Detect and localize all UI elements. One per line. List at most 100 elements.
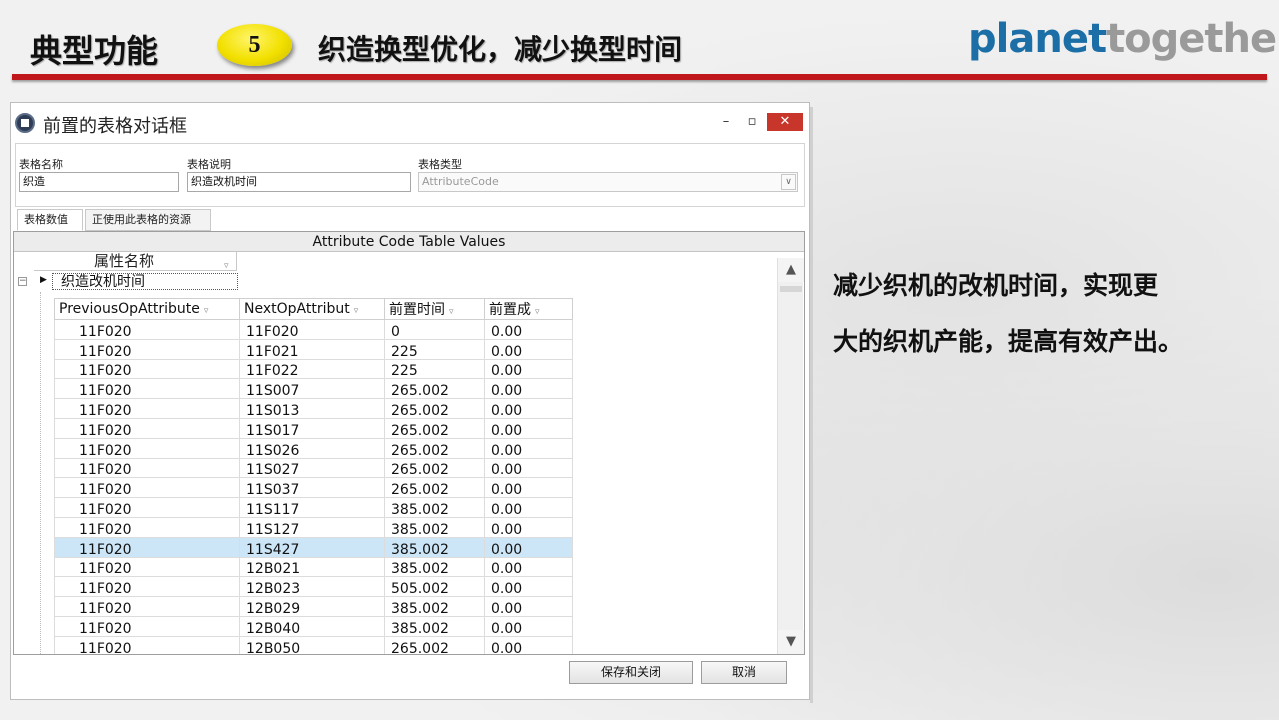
group-row[interactable]: − ▶ 织造改机时间 [14,272,244,290]
scroll-thumb[interactable] [780,286,802,292]
minimize-button[interactable]: – [715,113,737,131]
maximize-button[interactable]: ▫ [741,113,763,131]
table-cell[interactable]: 0.00 [484,556,573,578]
table-cell[interactable]: 11S117 [239,497,385,518]
table-row[interactable]: 11F020 11S026 265.002 0.00 [54,437,573,459]
table-row[interactable]: 11F020 12B029 385.002 0.00 [54,596,573,617]
table-cell[interactable]: 385.002 [384,596,485,617]
group-value[interactable]: 织造改机时间 [52,273,238,290]
table-row[interactable]: 11F020 11S127 385.002 0.00 [54,516,573,538]
table-cell[interactable]: 0.00 [484,417,573,439]
tab-resources-using-table[interactable]: 正使用此表格的资源 [85,209,211,231]
table-row[interactable]: 11F020 11S427 385.002 0.00 [54,536,573,558]
column-header-setup-time[interactable]: 前置时间 ▿ [384,298,485,320]
table-cell[interactable]: 265.002 [384,417,485,439]
table-cell[interactable]: 0.00 [484,338,573,360]
table-row[interactable]: 11F020 11S013 265.002 0.00 [54,398,573,419]
table-cell[interactable]: 11F021 [239,338,385,360]
table-cell[interactable]: 265.002 [384,635,485,654]
table-cell[interactable]: 12B023 [239,576,385,598]
table-cell[interactable]: 11F020 [54,615,240,637]
table-cell[interactable]: 11F020 [54,477,240,499]
table-cell[interactable]: 11F020 [54,556,240,578]
close-button[interactable]: ✕ [767,113,803,131]
table-cell[interactable]: 385.002 [384,516,485,538]
table-name-field[interactable]: 织造 [19,172,179,192]
table-cell[interactable]: 0.00 [484,477,573,499]
table-cell[interactable]: 0.00 [484,497,573,518]
cancel-button[interactable]: 取消 [701,661,787,684]
table-row[interactable]: 11F020 12B021 385.002 0.00 [54,556,573,578]
table-cell[interactable]: 12B029 [239,596,385,617]
table-description-field[interactable]: 织造改机时间 [187,172,411,192]
table-cell[interactable]: 0.00 [484,378,573,400]
table-cell[interactable]: 12B040 [239,615,385,637]
table-cell[interactable]: 11F020 [54,437,240,459]
table-cell[interactable]: 11S013 [239,398,385,419]
column-header-setup-cost[interactable]: 前置成 ▿ [484,298,573,320]
table-cell[interactable]: 0.00 [484,635,573,654]
table-cell[interactable]: 265.002 [384,477,485,499]
table-row[interactable]: 11F020 11F020 0 0.00 [54,319,573,340]
scroll-up-arrow-icon[interactable]: ▲ [778,258,804,282]
vertical-scrollbar[interactable]: ▲ ▼ [777,258,804,654]
table-cell[interactable]: 11F020 [54,398,240,419]
table-cell[interactable]: 11F020 [54,319,240,340]
table-cell[interactable]: 225 [384,338,485,360]
table-row[interactable]: 11F020 11S027 265.002 0.00 [54,457,573,479]
table-cell[interactable]: 265.002 [384,457,485,479]
table-cell[interactable]: 0.00 [484,437,573,459]
table-cell[interactable]: 11F020 [54,338,240,360]
table-cell[interactable]: 11S026 [239,437,385,459]
table-cell[interactable]: 0.00 [484,457,573,479]
table-row[interactable]: 11F020 11S007 265.002 0.00 [54,378,573,400]
filter-icon[interactable]: ▿ [204,306,209,316]
table-cell[interactable]: 11S017 [239,417,385,439]
table-cell[interactable]: 265.002 [384,437,485,459]
table-cell[interactable]: 0.00 [484,576,573,598]
table-cell[interactable]: 225 [384,358,485,380]
filter-icon[interactable]: ▿ [449,307,454,317]
table-row[interactable]: 11F020 11S037 265.002 0.00 [54,477,573,499]
table-cell[interactable]: 0.00 [484,596,573,617]
table-cell[interactable]: 0 [384,319,485,340]
table-cell[interactable]: 11F020 [54,358,240,380]
table-cell[interactable]: 11F020 [54,457,240,479]
table-cell[interactable]: 11F020 [54,576,240,598]
table-cell[interactable]: 11S007 [239,378,385,400]
table-cell[interactable]: 11F020 [239,319,385,340]
tab-table-values[interactable]: 表格数值 [17,209,83,231]
column-header-next-op[interactable]: NextOpAttribut ▿ [239,298,385,320]
table-cell[interactable]: 0.00 [484,358,573,380]
table-cell[interactable]: 385.002 [384,615,485,637]
table-cell[interactable]: 385.002 [384,497,485,518]
table-cell[interactable]: 11S037 [239,477,385,499]
table-cell[interactable]: 11F022 [239,358,385,380]
filter-icon[interactable]: ▿ [354,306,359,316]
table-cell[interactable]: 11F020 [54,378,240,400]
table-cell[interactable]: 265.002 [384,398,485,419]
table-cell[interactable]: 0.00 [484,615,573,637]
scroll-down-arrow-icon[interactable]: ▼ [778,630,804,654]
table-cell[interactable]: 0.00 [484,398,573,419]
table-cell[interactable]: 505.002 [384,576,485,598]
table-cell[interactable]: 265.002 [384,378,485,400]
table-row[interactable]: 11F020 12B023 505.002 0.00 [54,576,573,598]
table-row[interactable]: 11F020 11S117 385.002 0.00 [54,497,573,518]
dialog-titlebar[interactable]: 前置的表格对话框 – ▫ ✕ [11,103,809,141]
table-cell[interactable]: 0.00 [484,516,573,538]
band-header-attribute-name[interactable]: 属性名称 ▿ [34,252,237,271]
table-cell[interactable]: 385.002 [384,536,485,558]
table-cell[interactable]: 12B021 [239,556,385,578]
table-row[interactable]: 11F020 11F021 225 0.00 [54,338,573,360]
column-header-previous-op[interactable]: PreviousOpAttribute ▿ [54,298,240,320]
filter-icon[interactable]: ▿ [535,307,540,317]
table-cell[interactable]: 11F020 [54,596,240,617]
table-cell[interactable]: 11F020 [54,417,240,439]
table-cell[interactable]: 11F020 [54,536,240,558]
table-cell[interactable]: 0.00 [484,536,573,558]
table-cell[interactable]: 11F020 [54,516,240,538]
table-cell[interactable]: 11F020 [54,497,240,518]
save-and-close-button[interactable]: 保存和关闭 [569,661,693,684]
table-cell[interactable]: 11S427 [239,536,385,558]
